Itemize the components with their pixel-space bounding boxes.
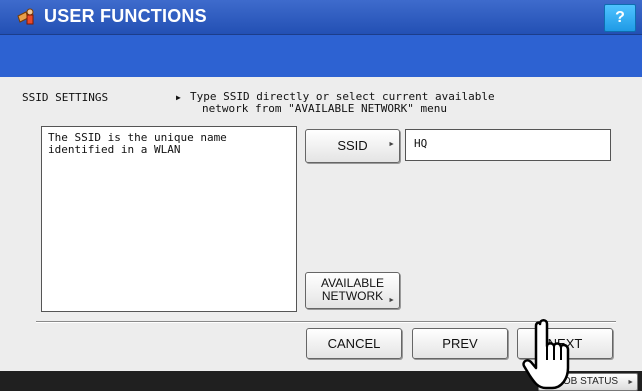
- corner-arrow-icon: ►: [388, 141, 395, 148]
- user-functions-icon: [17, 8, 34, 25]
- cancel-button[interactable]: CANCEL: [306, 328, 402, 359]
- prev-button[interactable]: PREV: [412, 328, 508, 359]
- header-band: [0, 35, 642, 77]
- ssid-button-label: SSID: [337, 138, 368, 153]
- corner-arrow-icon: ►: [627, 379, 634, 386]
- hand-cursor-icon: [522, 319, 570, 390]
- page-title: USER FUNCTIONS: [44, 6, 207, 26]
- corner-arrow-icon: ►: [388, 297, 395, 304]
- section-label: SSID SETTINGS: [22, 91, 109, 104]
- title-bar: USER FUNCTIONS ?: [0, 0, 642, 35]
- ssid-button[interactable]: SSID ►: [305, 129, 400, 163]
- instruction-text: ▶ Type SSID directly or select current a…: [176, 91, 495, 115]
- info-line-2: identified in a WLAN: [48, 143, 181, 156]
- available-network-line-2: NETWORK: [321, 289, 384, 303]
- triangle-right-icon: ▶: [176, 93, 181, 102]
- instruction-line-2: network from "AVAILABLE NETWORK" menu: [202, 102, 448, 115]
- info-box: The SSID is the unique name identified i…: [41, 126, 297, 312]
- ssid-field[interactable]: HQ: [405, 129, 611, 161]
- help-button[interactable]: ?: [604, 4, 636, 32]
- available-network-button[interactable]: AVAILABLE NETWORK ►: [305, 272, 400, 309]
